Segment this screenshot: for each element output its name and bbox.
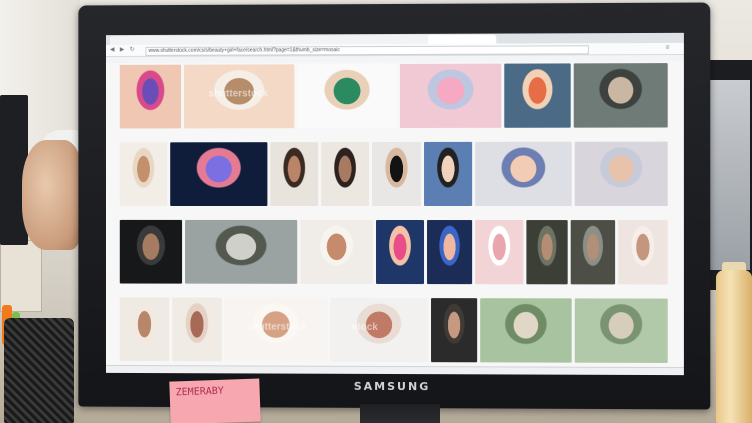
forward-icon[interactable]: ▶ bbox=[120, 47, 127, 54]
watermark-text: stock bbox=[351, 322, 378, 334]
image-thumbnail[interactable] bbox=[574, 141, 668, 206]
bookmarks-bar bbox=[105, 54, 684, 63]
browser-tab[interactable] bbox=[109, 35, 178, 46]
image-thumbnail[interactable] bbox=[300, 219, 373, 284]
downloads-bar bbox=[105, 364, 684, 376]
sticky-note: ZEMERABY bbox=[169, 378, 261, 423]
image-thumbnail[interactable] bbox=[479, 298, 573, 363]
browser-tab[interactable] bbox=[300, 35, 369, 45]
image-thumbnail[interactable] bbox=[297, 63, 398, 129]
monitor-stand bbox=[360, 404, 440, 423]
image-thumbnail[interactable]: shutterstock bbox=[224, 297, 328, 362]
watermark-text: shutterstock bbox=[208, 88, 269, 100]
watermark-text: shutterstock bbox=[246, 321, 307, 334]
image-thumbnail[interactable] bbox=[375, 219, 425, 285]
image-thumbnail[interactable] bbox=[321, 142, 370, 206]
image-results-grid: shutterstock shutterstock stock bbox=[119, 63, 668, 375]
drink-bottle bbox=[716, 270, 752, 423]
reload-icon[interactable]: ↻ bbox=[130, 47, 137, 54]
image-thumbnail[interactable] bbox=[474, 141, 572, 206]
scene: ◀ ▶ ↻ www.shutterstock.com/cs/s/beauty+g… bbox=[0, 0, 752, 423]
back-icon[interactable]: ◀ bbox=[110, 47, 117, 54]
image-thumbnail[interactable] bbox=[119, 297, 170, 362]
image-thumbnail[interactable] bbox=[574, 63, 668, 128]
browser-tab[interactable] bbox=[364, 34, 433, 45]
image-thumbnail[interactable] bbox=[170, 142, 268, 206]
image-thumbnail[interactable] bbox=[423, 141, 472, 206]
menu-icon[interactable]: ≡ bbox=[666, 45, 673, 52]
image-thumbnail[interactable] bbox=[618, 220, 668, 285]
browser-tab[interactable] bbox=[173, 35, 241, 45]
browser-tab[interactable] bbox=[236, 35, 305, 45]
image-thumbnail[interactable] bbox=[570, 220, 616, 285]
person-arm bbox=[22, 140, 82, 250]
image-thumbnail[interactable] bbox=[427, 220, 472, 285]
image-thumbnail[interactable] bbox=[575, 298, 668, 364]
image-thumbnail[interactable] bbox=[526, 220, 568, 285]
image-thumbnail[interactable] bbox=[430, 298, 477, 363]
right-monitor-screen bbox=[710, 80, 750, 270]
browser-tab-active[interactable] bbox=[428, 34, 497, 44]
image-thumbnail[interactable] bbox=[400, 63, 502, 128]
image-thumbnail[interactable] bbox=[184, 219, 298, 284]
image-thumbnail[interactable]: stock bbox=[330, 297, 428, 363]
sticky-note-text: ZEMERABY bbox=[175, 385, 225, 399]
image-thumbnail[interactable] bbox=[119, 142, 168, 206]
image-thumbnail[interactable] bbox=[270, 142, 319, 206]
desk-calendar bbox=[0, 240, 42, 312]
image-thumbnail[interactable] bbox=[474, 220, 524, 285]
image-thumbnail[interactable]: shutterstock bbox=[184, 64, 295, 129]
right-monitor bbox=[706, 60, 752, 290]
image-thumbnail[interactable] bbox=[119, 64, 182, 129]
image-thumbnail[interactable] bbox=[171, 297, 222, 362]
monitor-bezel: ◀ ▶ ↻ www.shutterstock.com/cs/s/beauty+g… bbox=[78, 2, 711, 410]
image-thumbnail[interactable] bbox=[504, 63, 572, 128]
image-thumbnail[interactable] bbox=[372, 141, 421, 206]
url-input[interactable]: www.shutterstock.com/cs/s/beauty+girl+fa… bbox=[145, 45, 589, 56]
pen-cup bbox=[4, 318, 74, 423]
image-thumbnail[interactable] bbox=[119, 219, 182, 284]
monitor-screen: ◀ ▶ ↻ www.shutterstock.com/cs/s/beauty+g… bbox=[105, 32, 684, 376]
